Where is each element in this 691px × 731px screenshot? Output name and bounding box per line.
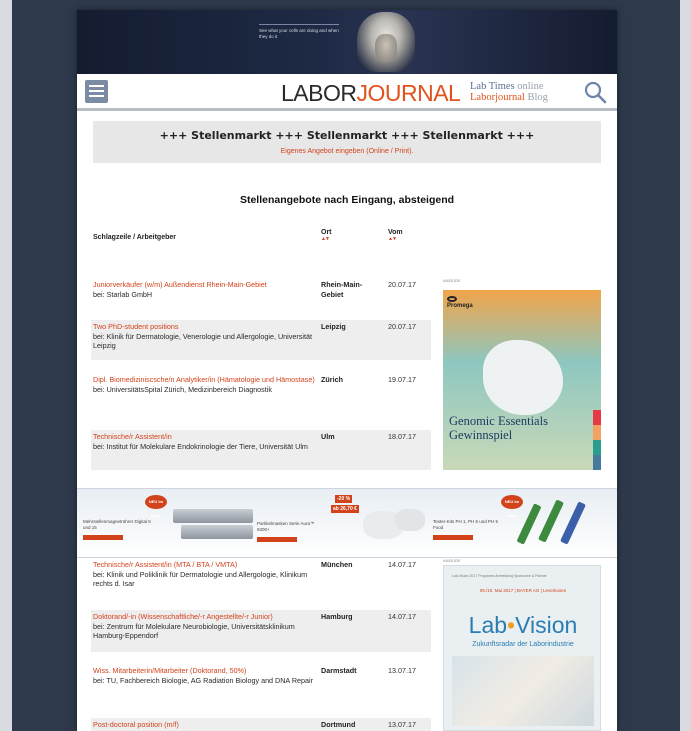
col-vom[interactable]: Vom ▲▼ — [388, 229, 403, 242]
discount-badge: -20 % — [335, 495, 353, 503]
product-3-text: Tester-Kits PH 1, PH 5 und PH 5 Food — [433, 519, 499, 530]
sort-arrows-icon[interactable]: ▲▼ — [321, 236, 332, 242]
product-ad-banner[interactable]: Mehrstellenmagnetrührer Digital 6 und 15… — [77, 488, 617, 558]
job-title-link[interactable]: Technische/r Assistent/in (MTA / BTA / V… — [93, 560, 316, 570]
top-ad-banner[interactable]: See what your cells are doing and when t… — [77, 10, 617, 74]
job-location: Dortmund — [321, 720, 356, 729]
labvision-nav: Lab-Vision 2017 Programm Anmeldung Spons… — [452, 574, 547, 578]
job-location: Hamburg — [321, 612, 353, 621]
job-row[interactable]: Technische/r Assistent/in (MTA / BTA / V… — [91, 560, 431, 589]
job-employer: bei: TU, Fachbereich Biologie, AG Radiat… — [93, 675, 314, 685]
hamburger-menu-icon[interactable] — [85, 80, 108, 103]
submit-offer-link[interactable]: Eigenes Angebot eingeben (Online / Print… — [93, 148, 601, 155]
product-2-button[interactable] — [257, 537, 297, 542]
labvision-subtitle: Zukunftsradar der Laborindustrie — [472, 641, 574, 648]
search-icon[interactable] — [583, 80, 607, 104]
listing-heading: Stellenangebote nach Eingang, absteigend — [239, 194, 455, 206]
job-date: 13.07.17 — [388, 666, 416, 675]
site-logo[interactable]: LABORJOURNAL — [281, 80, 461, 107]
job-employer: bei: Institut für Molekulare Endokrinolo… — [93, 441, 308, 451]
stellenmarkt-box: +++ Stellenmarkt +++ Stellenmarkt +++ St… — [93, 121, 601, 163]
job-row[interactable]: Doktorand/-in (Wissenschaftliche/-r Ange… — [91, 610, 431, 652]
ad-label: ANZEIGE — [443, 278, 461, 283]
job-date: 19.07.17 — [388, 375, 416, 384]
job-location: Ulm — [321, 432, 335, 441]
job-title-link[interactable]: Two PhD-student positions — [93, 322, 316, 332]
job-title-link[interactable]: Dipl. Biomediziniscsche/n Analytiker/in … — [93, 375, 316, 385]
labvision-logo: Lab•Vision — [468, 612, 578, 638]
col-ort[interactable]: Ort ▲▼ — [321, 229, 332, 242]
job-row[interactable]: Post-doctoral position (m/f) Dortmund 13… — [91, 718, 431, 731]
page: See what your cells are doing and when t… — [77, 10, 617, 731]
job-employer: bei: Zentrum für Molekulare Neurobiologi… — [93, 621, 295, 641]
job-date: 14.07.17 — [388, 560, 416, 569]
unicorn-image — [483, 340, 563, 415]
promega-logo: Promega — [447, 296, 473, 309]
laborjournal-blog-link[interactable]: Laborjournal Blog — [470, 92, 548, 103]
ad-label: ANZEIGE — [443, 558, 461, 563]
job-date: 20.07.17 — [388, 322, 416, 331]
header-links: Lab Times online Laborjournal Blog — [470, 81, 548, 103]
einstein-portrait — [357, 12, 415, 72]
job-title-link[interactable]: Wiss. Mitarbeiterin/Mitarbeiter (Doktora… — [93, 666, 316, 676]
job-employer: bei: Klinik für Dermatologie, Venerologi… — [93, 331, 312, 351]
job-row[interactable]: Wiss. Mitarbeiterin/Mitarbeiter (Doktora… — [91, 666, 431, 685]
job-title-link[interactable]: Juniorverkäufer (w/m) Außendienst Rhein-… — [93, 280, 316, 290]
stirrer-image — [173, 509, 253, 523]
job-row[interactable]: Juniorverkäufer (w/m) Außendienst Rhein-… — [91, 280, 431, 299]
job-employer: bei: Klinik und Poliklinik für Dermatolo… — [93, 569, 308, 589]
job-row[interactable]: Dipl. Biomediziniscsche/n Analytiker/in … — [91, 375, 431, 394]
new-badge: NEU im Shop — [145, 495, 167, 518]
job-location: Leipzig — [321, 322, 346, 331]
product-2-text: Partikelmasken Serie Aura™ 9300+ — [257, 521, 315, 532]
job-location: Zürich — [321, 375, 343, 384]
lab-times-link[interactable]: Lab Times online — [470, 81, 548, 92]
labvision-image — [452, 656, 594, 726]
job-row[interactable]: Technische/r Assistent/in bei: Institut f… — [91, 430, 431, 470]
col-headline: Schlagzeile / Arbeitgeber — [93, 234, 176, 241]
labvision-ad[interactable]: Lab-Vision 2017 Programm Anmeldung Spons… — [443, 565, 601, 731]
stellenmarkt-title: +++ Stellenmarkt +++ Stellenmarkt +++ St… — [159, 129, 535, 142]
job-date: 20.07.17 — [388, 280, 416, 289]
promega-ad[interactable]: Promega Genomic Essentials Gewinnspiel — [443, 290, 601, 470]
job-employer: bei: UniversitätsSpital Zürich, Medizinb… — [93, 384, 272, 394]
labvision-date: 09./10. Mai 2017 | BAYER AG | Leverkusen — [479, 588, 567, 593]
job-title-link[interactable]: Doktorand/-in (Wissenschaftliche/-r Ange… — [93, 612, 316, 622]
banner-tagline: See what your cells are doing and when t… — [259, 24, 339, 40]
job-title-link[interactable]: Post-doctoral position (m/f) — [93, 720, 316, 730]
new-badge: NEU im Shop — [501, 495, 523, 518]
job-location: Rhein-Main-Gebiet — [321, 280, 363, 299]
price-badge: ab 26,70 € — [331, 505, 359, 513]
job-date: 13.07.17 — [388, 720, 416, 729]
job-location: Darmstadt — [321, 666, 357, 675]
site-header: LABORJOURNAL Lab Times online Laborjourn… — [77, 74, 617, 111]
job-title-link[interactable]: Technische/r Assistent/in — [93, 432, 316, 442]
product-3-button[interactable] — [433, 535, 473, 540]
job-date: 14.07.17 — [388, 612, 416, 621]
job-row[interactable]: Two PhD-student positions bei: Klinik für… — [91, 320, 431, 360]
promega-headline: Genomic Essentials Gewinnspiel — [449, 414, 548, 442]
sort-arrows-icon[interactable]: ▲▼ — [388, 236, 403, 242]
job-employer: bei: Starlab GmbH — [93, 289, 153, 299]
job-location: München — [321, 560, 353, 569]
job-date: 18.07.17 — [388, 432, 416, 441]
banner-small-text — [259, 24, 339, 25]
product-1-button[interactable] — [83, 535, 123, 540]
product-1-text: Mehrstellenmagnetrührer Digital 6 und 15 — [83, 519, 151, 530]
